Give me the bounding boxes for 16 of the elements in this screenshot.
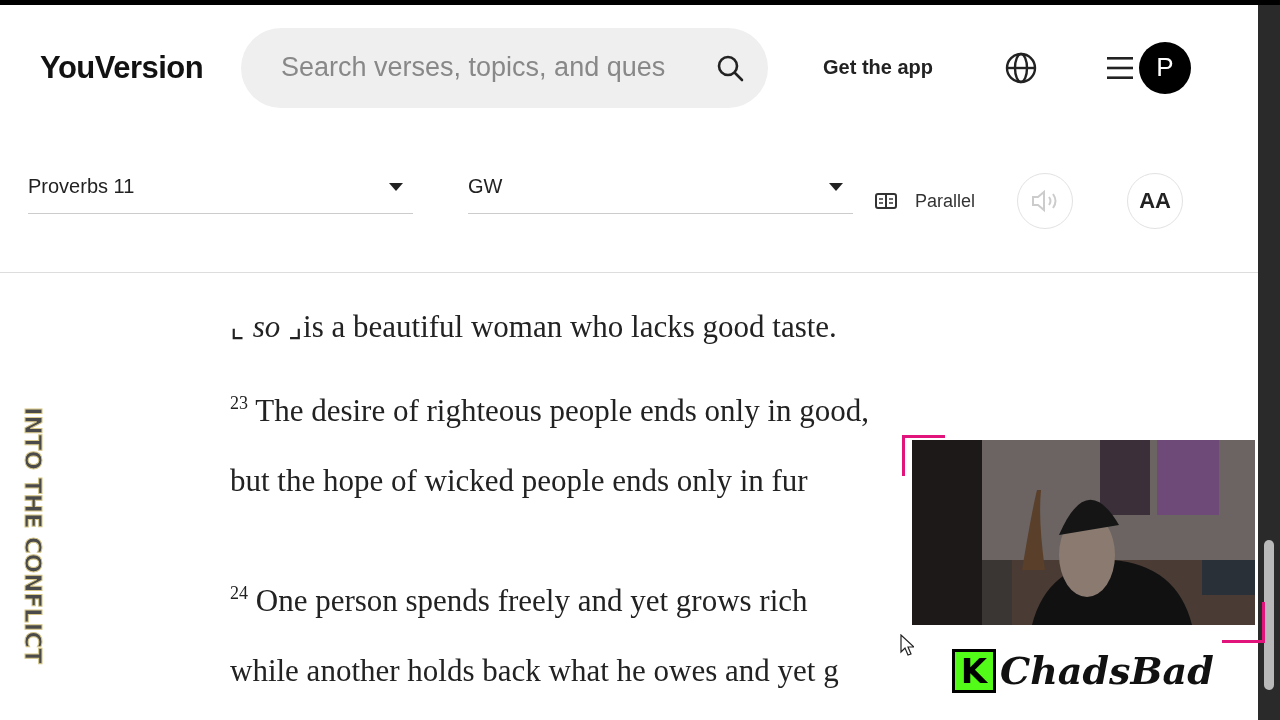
verse-text: $^{24}$ One person spends freely and yet grows rich <box>230 582 808 620</box>
channel-name: ChadsBad <box>1000 648 1214 693</box>
verse-text: $^{23}$ The desire of righteous people ends only in good, <box>230 392 870 430</box>
channel-badge: K <box>952 648 996 693</box>
site-logo[interactable]: YouVersion <box>40 49 240 86</box>
user-avatar[interactable]: P <box>1139 41 1191 94</box>
verse-text: but the hope of wicked people ends only in fur <box>230 462 808 500</box>
book-chapter-dropdown[interactable]: Proverbs 11 <box>28 160 413 214</box>
font-size-button[interactable]: AA <box>1127 173 1184 229</box>
get-app-link[interactable]: Get the app <box>823 56 933 79</box>
version-dropdown[interactable]: GW <box>468 160 853 214</box>
search-field[interactable]: Search verses, topics, and ques <box>241 27 768 108</box>
parallel-button[interactable]: Parallel <box>875 190 976 212</box>
verse-text: ⌞ so ⌟is a beautiful woman who lacks good taste. <box>230 308 837 346</box>
side-title: INTO THE CONFLICT <box>20 407 46 664</box>
verse-text: while another holds back what he owes and yet g <box>230 652 839 690</box>
